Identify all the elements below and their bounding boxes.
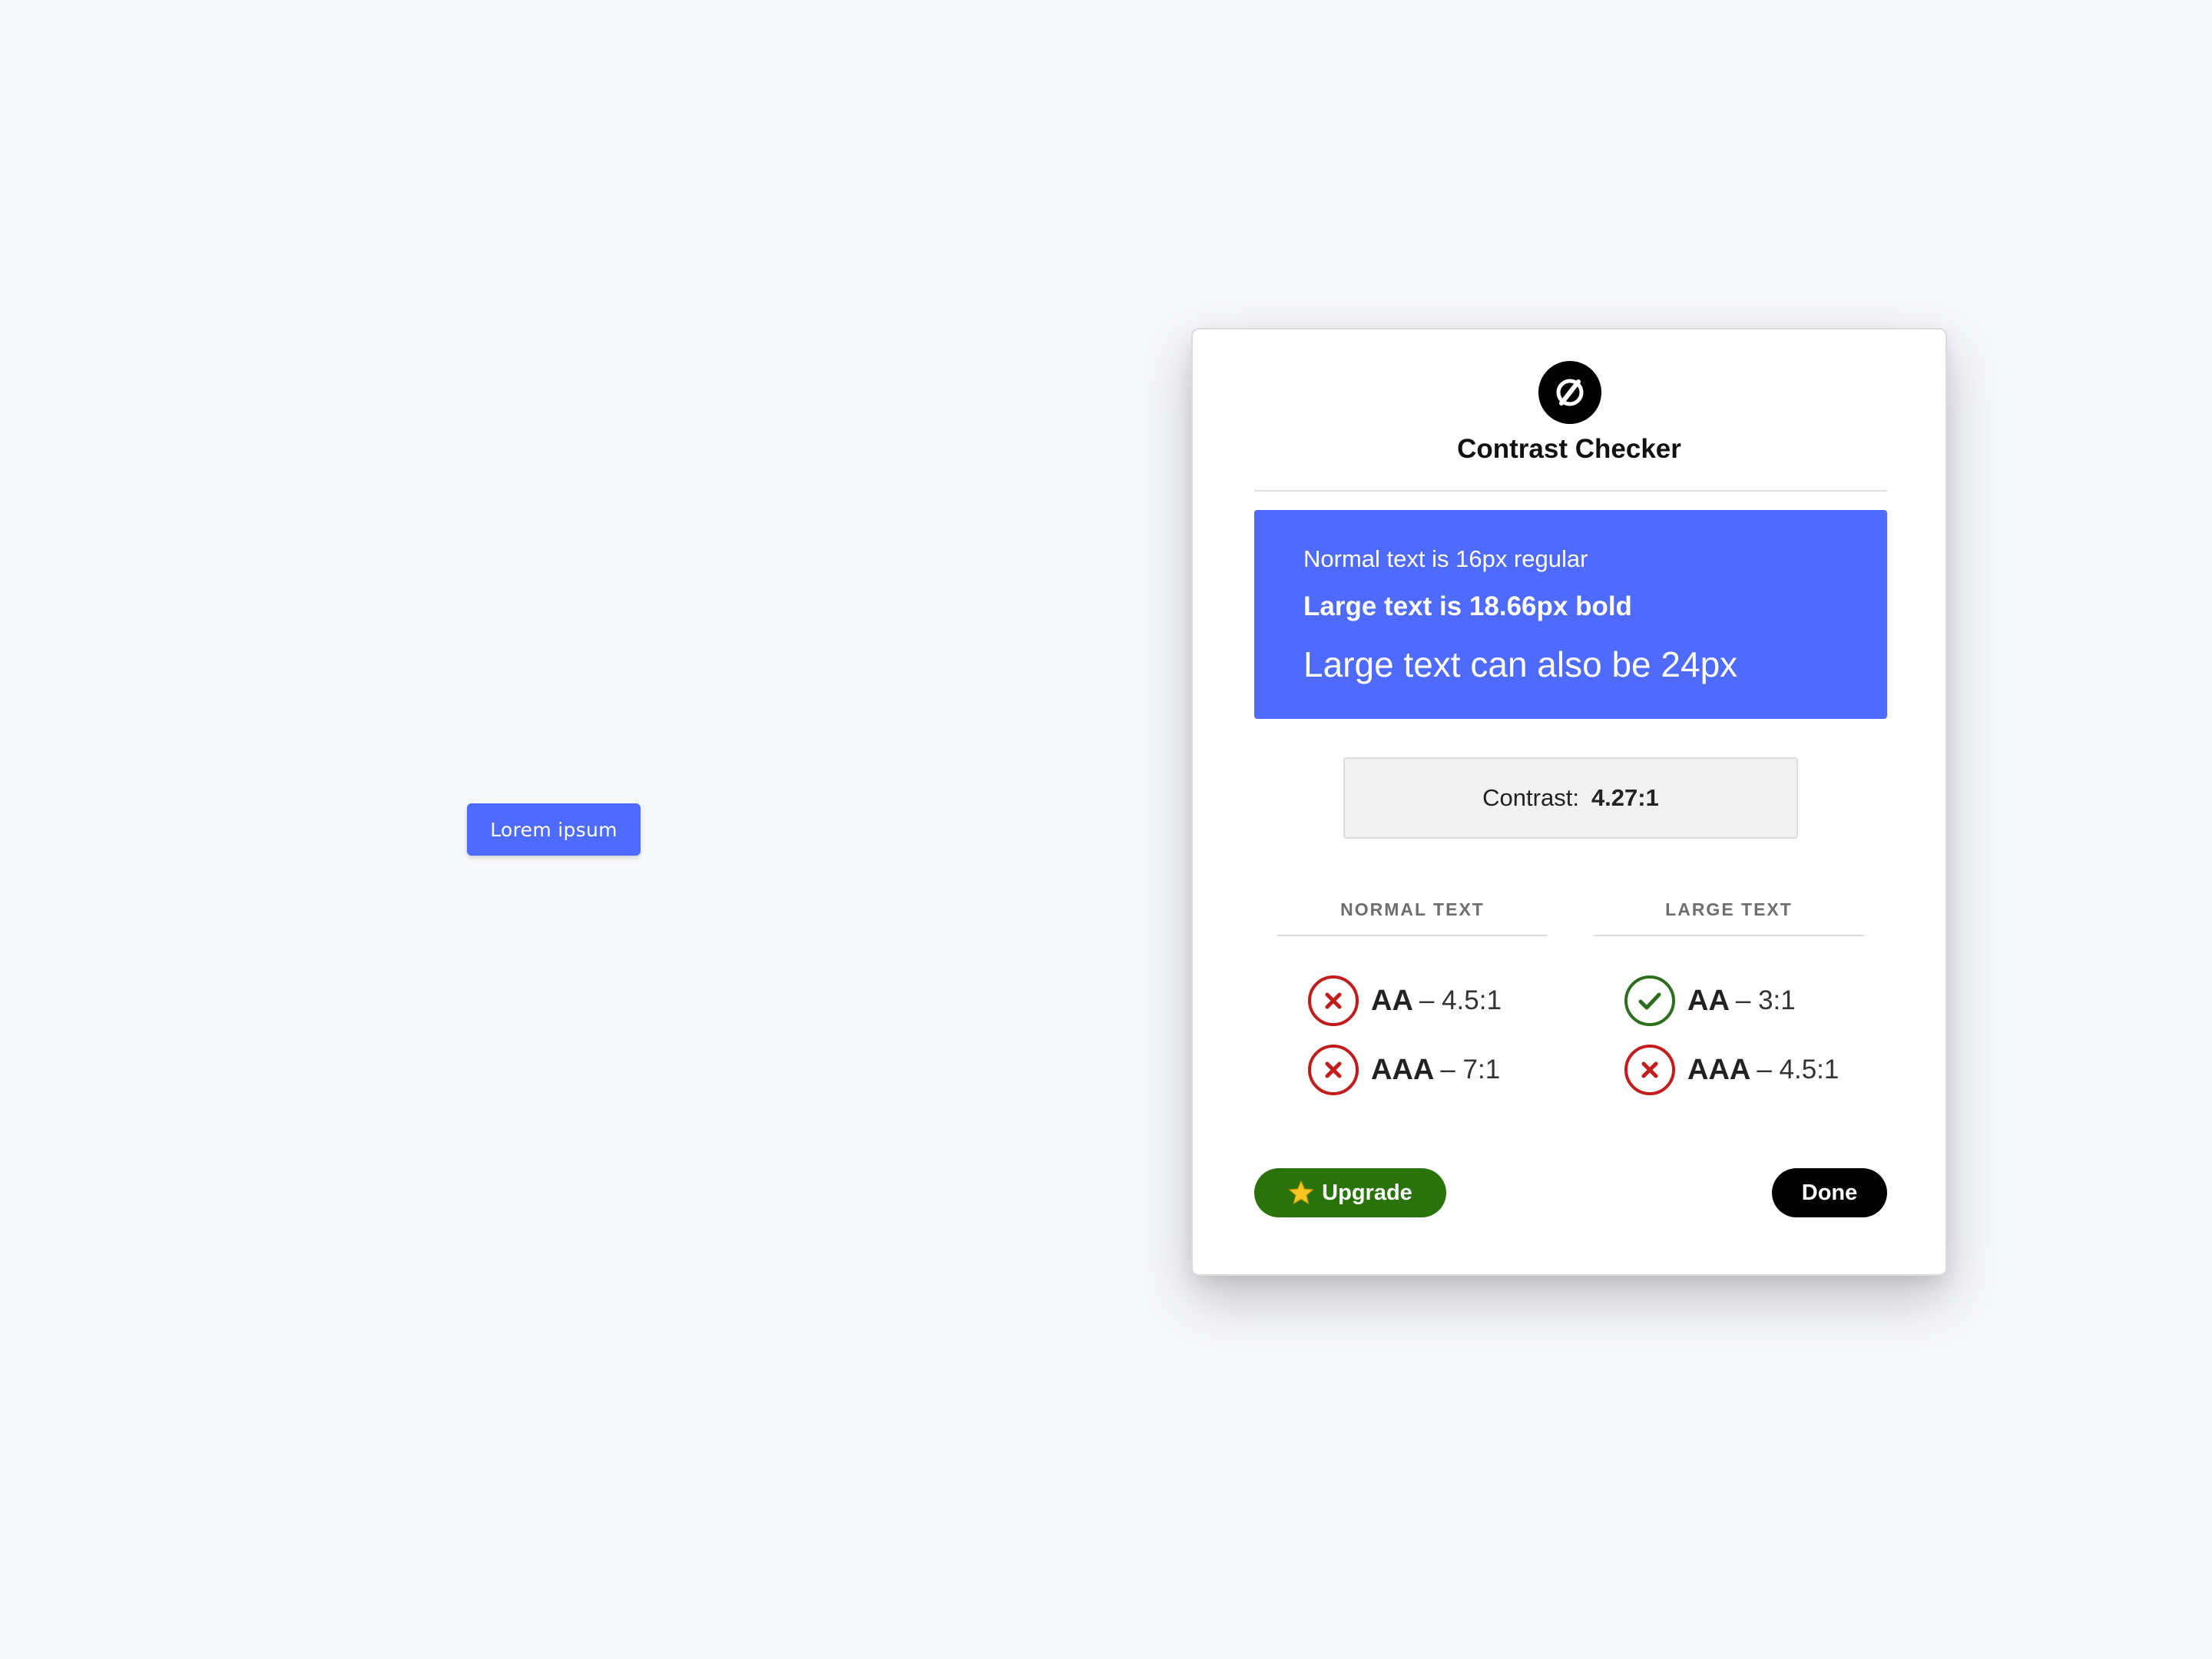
x-circle-icon [1624, 1045, 1675, 1095]
lorem-ipsum-button[interactable]: Lorem ipsum [467, 803, 641, 856]
result-ratio: – 3:1 [1735, 985, 1796, 1015]
title-divider [1254, 490, 1887, 492]
normal-aa-result: AA – 4.5:1 [1308, 975, 1502, 1026]
result-ratio: – 4.5:1 [1757, 1055, 1839, 1084]
x-circle-icon [1308, 1045, 1359, 1095]
contrast-label: Contrast: [1482, 784, 1579, 811]
normal-text-divider [1277, 935, 1548, 936]
large-aa-result: AA – 3:1 [1624, 975, 1796, 1026]
large-text-divider [1594, 935, 1864, 936]
preview-bold-text: Large text is 18.66px bold [1303, 591, 1632, 621]
contrast-value: 4.27:1 [1591, 784, 1659, 811]
large-text-header: LARGE TEXT [1665, 899, 1793, 919]
preview-large-text: Large text can also be 24px [1303, 644, 1738, 684]
dialog-title: Contrast Checker [1457, 434, 1681, 464]
done-button[interactable]: Done [1772, 1168, 1887, 1217]
result-level: AAA [1687, 1053, 1751, 1086]
contrast-checker-dialog: Contrast Checker Normal text is 16px reg… [1191, 328, 1947, 1276]
upgrade-button[interactable]: Upgrade [1254, 1168, 1446, 1217]
contrast-ratio-box: Contrast: 4.27:1 [1343, 757, 1798, 839]
upgrade-label: Upgrade [1322, 1180, 1412, 1205]
result-ratio: – 4.5:1 [1419, 985, 1502, 1015]
text-preview-panel: Normal text is 16px regular Large text i… [1254, 510, 1887, 719]
result-ratio: – 7:1 [1440, 1055, 1501, 1084]
result-level: AAA [1371, 1053, 1435, 1086]
preview-normal-text: Normal text is 16px regular [1303, 545, 1588, 572]
contrast-logo-icon [1538, 361, 1601, 424]
result-level: AA [1687, 984, 1730, 1017]
normal-text-header: NORMAL TEXT [1340, 899, 1485, 919]
x-circle-icon [1308, 975, 1359, 1026]
star-icon [1288, 1180, 1314, 1206]
large-aaa-result: AAA – 4.5:1 [1624, 1045, 1839, 1095]
normal-aaa-result: AAA – 7:1 [1308, 1045, 1500, 1095]
result-level: AA [1371, 984, 1413, 1017]
check-circle-icon [1624, 975, 1675, 1026]
